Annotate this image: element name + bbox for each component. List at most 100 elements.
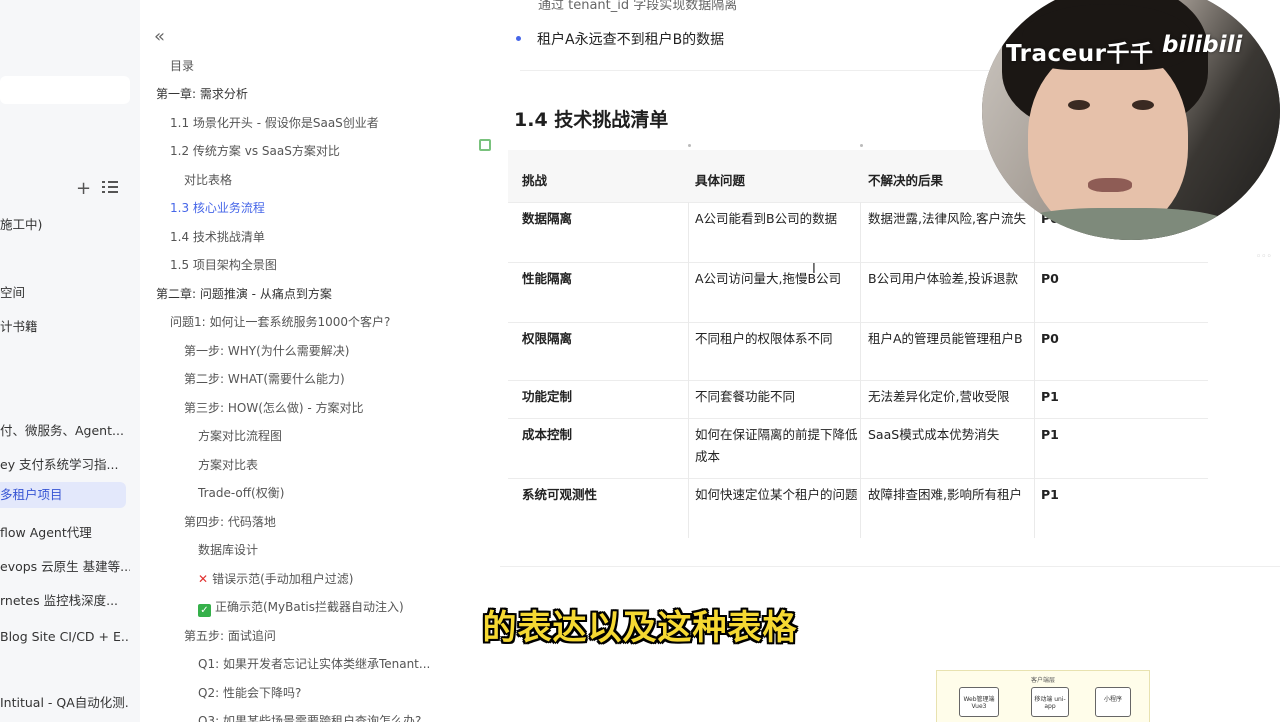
table-row: 系统可观测性 如何快速定位某个租户的问题 故障排查困难,影响所有租户 P1 [508, 478, 1208, 538]
toc-item-label: Q1: 如果开发者忘记让实体类继承Tenant... [198, 657, 431, 671]
toc-item-label: 1.2 传统方案 vs SaaS方案对比 [170, 144, 340, 158]
toc-item-label: 目录 [170, 59, 195, 73]
sidebar-doc-item[interactable]: 多租户项目 [0, 482, 126, 508]
toc-item-label: 第三步: HOW(怎么做) - 方案对比 [184, 401, 364, 415]
sidebar-doc-item[interactable]: evops 云原生 基建等... [0, 554, 130, 580]
sidebar-doc-item[interactable]: Intitual - QA自动化测... [0, 690, 130, 716]
bullet-text: 租户A永远查不到租户B的数据 [537, 32, 725, 48]
screen: + 施工中) 空间计书籍付、微服务、Agent... ey 支付系统学习指... 多租… [0, 0, 1280, 722]
add-icon[interactable]: + [76, 178, 91, 199]
flow-diagram-thumbnail[interactable]: 客户端层 Web管理端 Vue3 移动端 uni-app 小程序 [936, 670, 1150, 722]
divider [500, 566, 1280, 567]
toc-item-label: 第二章: 问题推演 - 从痛点到方案 [156, 287, 332, 301]
table-row: 性能隔离 A公司访问量大,拖慢B公司 B公司用户体验差,投诉退款 P0 [508, 262, 1208, 322]
column-divider [860, 202, 861, 538]
table-cell: 不同套餐功能不同 [695, 389, 796, 404]
toc-item[interactable]: 1.2 传统方案 vs SaaS方案对比 [170, 140, 340, 162]
table-cell: P0 [1041, 271, 1059, 286]
toc-item[interactable]: 1.1 场景化开头 - 假设你是SaaS创业者 [170, 112, 379, 134]
toc-item-label: 1.5 项目架构全景图 [170, 258, 277, 272]
toc-item[interactable]: 1.5 项目架构全景图 [170, 254, 277, 276]
toc-item-label: 第四步: 代码落地 [184, 515, 276, 529]
section-title: 1.4 技术挑战清单 [514, 109, 669, 131]
toc-item-label: 第二步: WHAT(需要什么能力) [184, 372, 345, 386]
table-cell: 无法差异化定价,营收受限 [868, 389, 1010, 404]
toc-item-label: 错误示范(手动加租户过滤) [212, 572, 354, 586]
toc-item[interactable]: 第三步: HOW(怎么做) - 方案对比 [184, 397, 364, 419]
toc-item-label: 问题1: 如何让一套系统服务1000个客户? [170, 315, 391, 329]
sidebar-doc-item[interactable]: ey 支付系统学习指... [0, 452, 130, 478]
collapse-toc-icon[interactable]: « [154, 26, 165, 47]
toc-item-label: 方案对比表 [198, 458, 259, 472]
toc-item[interactable]: 数据库设计 [198, 539, 258, 561]
row-divider [508, 380, 1208, 381]
table-cell: P1 [1041, 487, 1059, 502]
toc-item-label: 第一步: WHY(为什么需要解决) [184, 344, 350, 358]
toc-item[interactable]: 1.3 核心业务流程 [170, 197, 265, 219]
table-cell: 故障排查困难,影响所有租户 [868, 487, 1022, 502]
sidebar-search-input[interactable] [0, 76, 130, 104]
sidebar-doc-item[interactable]: 付、微服务、Agent... [0, 418, 130, 444]
toc-item-label: 第一章: 需求分析 [156, 87, 248, 101]
toc-item[interactable]: 1.4 技术挑战清单 [170, 226, 265, 248]
toc-item[interactable]: Q3: 如果某些场景需要跨租户查询怎么办? [198, 710, 421, 722]
sidebar-doc-item[interactable]: 施工中) [0, 212, 130, 238]
toc-item[interactable]: 第二章: 问题推演 - 从痛点到方案 [156, 283, 332, 305]
toc-item[interactable]: 第一章: 需求分析 [156, 83, 248, 105]
cross-mark-icon: ✕ [198, 572, 209, 586]
toc-item[interactable]: ✕ 错误示范(手动加租户过滤) [198, 568, 353, 590]
table-cell: P1 [1041, 427, 1059, 442]
toc-item-label: 1.4 技术挑战清单 [170, 230, 265, 244]
toc-item[interactable]: Q2: 性能会下降吗? [198, 682, 301, 704]
table-cell: SaaS模式成本优势消失 [868, 427, 1000, 442]
sidebar-doc-item[interactable]: 计书籍 [0, 314, 130, 340]
toc-item[interactable]: 第一步: WHY(为什么需要解决) [184, 340, 349, 362]
text-cursor-icon: I [812, 262, 816, 277]
toc-item-label: 对比表格 [184, 173, 233, 187]
flow-box: 移动端 uni-app [1031, 687, 1069, 717]
row-divider [508, 262, 1208, 263]
toc-item[interactable]: 方案对比流程图 [198, 425, 282, 447]
column-divider [688, 202, 689, 538]
list-icon[interactable] [102, 180, 118, 194]
cut-off-line: 通过 tenant_id 字段实现数据隔离 [538, 0, 738, 13]
flow-box: Web管理端 Vue3 [959, 687, 999, 717]
table-cell: P1 [1041, 389, 1059, 404]
table-cell: 功能定制 [522, 389, 573, 404]
row-divider [508, 322, 1208, 323]
row-divider [508, 478, 1208, 479]
toc-item[interactable]: 目录 [170, 55, 194, 77]
toc-item-label: 方案对比流程图 [198, 429, 283, 443]
toc-item[interactable]: 问题1: 如何让一套系统服务1000个客户? [170, 311, 390, 333]
toc-item[interactable]: 第二步: WHAT(需要什么能力) [184, 368, 345, 390]
bilibili-logo: bilibili [1162, 32, 1243, 58]
toc-item-label: 1.1 场景化开头 - 假设你是SaaS创业者 [170, 116, 379, 130]
toc-item[interactable]: Trade-off(权衡) [198, 482, 284, 504]
table-cell: 不同租户的权限体系不同 [695, 331, 833, 346]
table-grid-icon[interactable] [479, 139, 491, 151]
table-cell: 权限隔离 [522, 331, 573, 346]
bullet-dot [516, 36, 521, 41]
table-cell: 性能隔离 [522, 271, 573, 286]
table-cell: 数据隔离 [522, 211, 573, 226]
streamer-name: Traceur千千 [1006, 41, 1154, 67]
flow-title: 客户端层 [1031, 677, 1056, 684]
toc-item[interactable]: 第四步: 代码落地 [184, 511, 276, 533]
divider [520, 70, 1010, 71]
toc-item[interactable]: Q1: 如果开发者忘记让实体类继承Tenant... [198, 653, 430, 675]
table-row: 功能定制 不同套餐功能不同 无法差异化定价,营收受限 P1 [508, 380, 1208, 418]
sidebar-doc-item[interactable]: flow Agent代理 [0, 520, 130, 546]
table-cell: B公司用户体验差,投诉退款 [868, 271, 1019, 286]
toc-item[interactable]: 方案对比表 [198, 454, 258, 476]
table-cell: A公司访问量大,拖慢B公司 [695, 271, 842, 286]
table-cell: 成本控制 [522, 427, 573, 442]
table-row: 成本控制 如何在保证隔离的前提下降低成本 SaaS模式成本优势消失 P1 [508, 418, 1208, 478]
table-cell: 租户A的管理员能管理租户B [868, 331, 1023, 346]
column-divider [1034, 202, 1035, 538]
table-cell: A公司能看到B公司的数据 [695, 211, 838, 226]
sidebar-doc-item[interactable]: 空间 [0, 280, 130, 306]
toc-item-label: Trade-off(权衡) [198, 486, 285, 500]
toc-item[interactable]: 对比表格 [184, 169, 232, 191]
toc-item-label: 数据库设计 [198, 543, 259, 557]
flow-box: 小程序 [1095, 687, 1131, 717]
